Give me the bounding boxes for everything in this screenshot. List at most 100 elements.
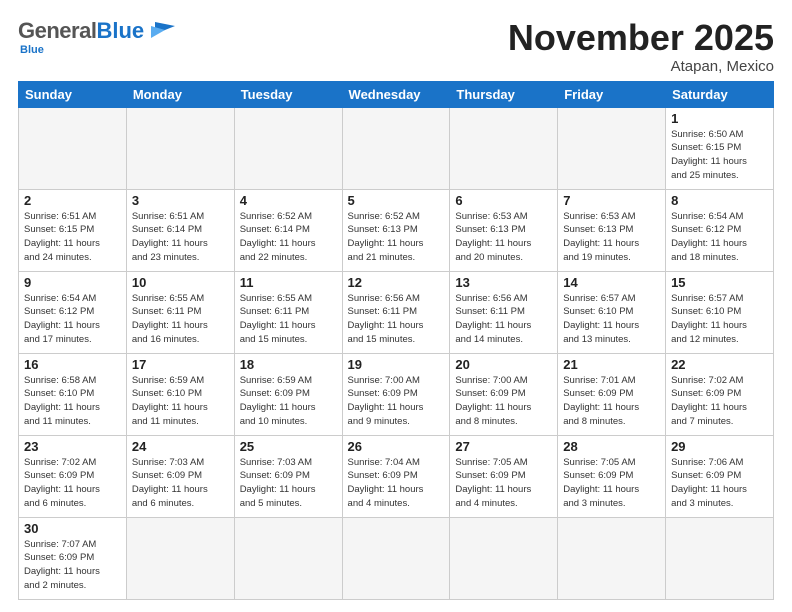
calendar-cell bbox=[450, 517, 558, 599]
location: Atapan, Mexico bbox=[508, 58, 774, 75]
logo: General Blue Blue bbox=[18, 18, 175, 56]
calendar-week-row: 1 Sunrise: 6:50 AM Sunset: 6:15 PM Daylig… bbox=[19, 107, 774, 189]
day-info: Sunrise: 7:00 AM Sunset: 6:09 PM Dayligh… bbox=[455, 374, 552, 429]
day-info: Sunrise: 7:03 AM Sunset: 6:09 PM Dayligh… bbox=[240, 456, 337, 511]
calendar-cell bbox=[19, 107, 127, 189]
calendar-cell: 10Sunrise: 6:55 AM Sunset: 6:11 PM Dayli… bbox=[126, 271, 234, 353]
calendar-cell: 22 Sunrise: 7:02 AM Sunset: 6:09 PM Dayli… bbox=[666, 353, 774, 435]
day-number: 18 bbox=[240, 357, 337, 372]
calendar-cell: 11Sunrise: 6:55 AM Sunset: 6:11 PM Dayli… bbox=[234, 271, 342, 353]
calendar-cell: 16 Sunrise: 6:58 AM Sunset: 6:10 PM Dayli… bbox=[19, 353, 127, 435]
calendar-cell: 7Sunrise: 6:53 AM Sunset: 6:13 PM Daylig… bbox=[558, 189, 666, 271]
day-number: 4 bbox=[240, 193, 337, 208]
day-number: 23 bbox=[24, 439, 121, 454]
calendar-cell: 26 Sunrise: 7:04 AM Sunset: 6:09 PM Dayli… bbox=[342, 435, 450, 517]
day-info: Sunrise: 7:02 AM Sunset: 6:09 PM Dayligh… bbox=[24, 456, 121, 511]
calendar-cell: 6 Sunrise: 6:53 AM Sunset: 6:13 PM Daylig… bbox=[450, 189, 558, 271]
calendar-cell: 25Sunrise: 7:03 AM Sunset: 6:09 PM Dayli… bbox=[234, 435, 342, 517]
calendar-cell: 8 Sunrise: 6:54 AM Sunset: 6:12 PM Daylig… bbox=[666, 189, 774, 271]
day-info: Sunrise: 7:05 AM Sunset: 6:09 PM Dayligh… bbox=[455, 456, 552, 511]
header-tuesday: Tuesday bbox=[234, 81, 342, 107]
day-number: 21 bbox=[563, 357, 660, 372]
day-number: 15 bbox=[671, 275, 768, 290]
calendar-cell bbox=[342, 517, 450, 599]
calendar-cell: 23 Sunrise: 7:02 AM Sunset: 6:09 PM Dayli… bbox=[19, 435, 127, 517]
day-info: Sunrise: 7:06 AM Sunset: 6:09 PM Dayligh… bbox=[671, 456, 768, 511]
day-number: 9 bbox=[24, 275, 121, 290]
calendar-week-row: 9 Sunrise: 6:54 AM Sunset: 6:12 PM Daylig… bbox=[19, 271, 774, 353]
calendar: Sunday Monday Tuesday Wednesday Thursday… bbox=[18, 81, 774, 600]
day-number: 8 bbox=[671, 193, 768, 208]
day-info: Sunrise: 7:05 AM Sunset: 6:09 PM Dayligh… bbox=[563, 456, 660, 511]
day-number: 17 bbox=[132, 357, 229, 372]
day-info: Sunrise: 7:04 AM Sunset: 6:09 PM Dayligh… bbox=[348, 456, 445, 511]
day-number: 2 bbox=[24, 193, 121, 208]
day-info: Sunrise: 6:57 AM Sunset: 6:10 PM Dayligh… bbox=[671, 292, 768, 347]
calendar-cell: 9 Sunrise: 6:54 AM Sunset: 6:12 PM Daylig… bbox=[19, 271, 127, 353]
day-info: Sunrise: 6:54 AM Sunset: 6:12 PM Dayligh… bbox=[24, 292, 121, 347]
calendar-cell: 4Sunrise: 6:52 AM Sunset: 6:14 PM Daylig… bbox=[234, 189, 342, 271]
logo-blue-text: Blue bbox=[96, 18, 144, 44]
calendar-cell: 12Sunrise: 6:56 AM Sunset: 6:11 PM Dayli… bbox=[342, 271, 450, 353]
calendar-cell: 29 Sunrise: 7:06 AM Sunset: 6:09 PM Dayli… bbox=[666, 435, 774, 517]
title-section: November 2025 Atapan, Mexico bbox=[508, 18, 774, 75]
day-info: Sunrise: 6:51 AM Sunset: 6:15 PM Dayligh… bbox=[24, 210, 121, 265]
day-info: Sunrise: 6:53 AM Sunset: 6:13 PM Dayligh… bbox=[455, 210, 552, 265]
day-number: 24 bbox=[132, 439, 229, 454]
calendar-cell: 1 Sunrise: 6:50 AM Sunset: 6:15 PM Daylig… bbox=[666, 107, 774, 189]
day-info: Sunrise: 6:55 AM Sunset: 6:11 PM Dayligh… bbox=[132, 292, 229, 347]
day-info: Sunrise: 6:52 AM Sunset: 6:13 PM Dayligh… bbox=[348, 210, 445, 265]
calendar-cell: 28 Sunrise: 7:05 AM Sunset: 6:09 PM Dayli… bbox=[558, 435, 666, 517]
day-info: Sunrise: 6:54 AM Sunset: 6:12 PM Dayligh… bbox=[671, 210, 768, 265]
calendar-cell: 17 Sunrise: 6:59 AM Sunset: 6:10 PM Dayli… bbox=[126, 353, 234, 435]
day-info: Sunrise: 7:03 AM Sunset: 6:09 PM Dayligh… bbox=[132, 456, 229, 511]
calendar-week-row: 30Sunrise: 7:07 AM Sunset: 6:09 PM Dayli… bbox=[19, 517, 774, 599]
logo-general-text: General bbox=[18, 18, 96, 44]
day-number: 6 bbox=[455, 193, 552, 208]
day-info: Sunrise: 7:00 AM Sunset: 6:09 PM Dayligh… bbox=[348, 374, 445, 429]
day-number: 19 bbox=[348, 357, 445, 372]
calendar-cell bbox=[666, 517, 774, 599]
day-number: 20 bbox=[455, 357, 552, 372]
day-number: 1 bbox=[671, 111, 768, 126]
day-number: 29 bbox=[671, 439, 768, 454]
calendar-cell: 18 Sunrise: 6:59 AM Sunset: 6:09 PM Dayli… bbox=[234, 353, 342, 435]
day-info: Sunrise: 6:59 AM Sunset: 6:10 PM Dayligh… bbox=[132, 374, 229, 429]
calendar-cell bbox=[342, 107, 450, 189]
header-sunday: Sunday bbox=[19, 81, 127, 107]
header-monday: Monday bbox=[126, 81, 234, 107]
day-info: Sunrise: 6:59 AM Sunset: 6:09 PM Dayligh… bbox=[240, 374, 337, 429]
logo-subtitle: Blue bbox=[20, 44, 44, 56]
day-number: 26 bbox=[348, 439, 445, 454]
day-info: Sunrise: 7:01 AM Sunset: 6:09 PM Dayligh… bbox=[563, 374, 660, 429]
day-number: 27 bbox=[455, 439, 552, 454]
day-info: Sunrise: 6:58 AM Sunset: 6:10 PM Dayligh… bbox=[24, 374, 121, 429]
day-number: 16 bbox=[24, 357, 121, 372]
calendar-week-row: 2 Sunrise: 6:51 AM Sunset: 6:15 PM Daylig… bbox=[19, 189, 774, 271]
calendar-cell: 14 Sunrise: 6:57 AM Sunset: 6:10 PM Dayli… bbox=[558, 271, 666, 353]
day-info: Sunrise: 6:56 AM Sunset: 6:11 PM Dayligh… bbox=[348, 292, 445, 347]
day-info: Sunrise: 7:02 AM Sunset: 6:09 PM Dayligh… bbox=[671, 374, 768, 429]
header-thursday: Thursday bbox=[450, 81, 558, 107]
calendar-cell: 20 Sunrise: 7:00 AM Sunset: 6:09 PM Dayli… bbox=[450, 353, 558, 435]
calendar-cell: 19 Sunrise: 7:00 AM Sunset: 6:09 PM Dayli… bbox=[342, 353, 450, 435]
day-info: Sunrise: 7:07 AM Sunset: 6:09 PM Dayligh… bbox=[24, 538, 121, 593]
calendar-cell: 3Sunrise: 6:51 AM Sunset: 6:14 PM Daylig… bbox=[126, 189, 234, 271]
day-number: 22 bbox=[671, 357, 768, 372]
header-friday: Friday bbox=[558, 81, 666, 107]
calendar-week-row: 23 Sunrise: 7:02 AM Sunset: 6:09 PM Dayli… bbox=[19, 435, 774, 517]
day-number: 13 bbox=[455, 275, 552, 290]
weekday-header-row: Sunday Monday Tuesday Wednesday Thursday… bbox=[19, 81, 774, 107]
day-info: Sunrise: 6:57 AM Sunset: 6:10 PM Dayligh… bbox=[563, 292, 660, 347]
calendar-cell bbox=[126, 107, 234, 189]
calendar-cell bbox=[450, 107, 558, 189]
day-info: Sunrise: 6:50 AM Sunset: 6:15 PM Dayligh… bbox=[671, 128, 768, 183]
calendar-cell: 5Sunrise: 6:52 AM Sunset: 6:13 PM Daylig… bbox=[342, 189, 450, 271]
calendar-cell bbox=[558, 107, 666, 189]
day-number: 14 bbox=[563, 275, 660, 290]
calendar-cell bbox=[234, 107, 342, 189]
calendar-cell: 15 Sunrise: 6:57 AM Sunset: 6:10 PM Dayli… bbox=[666, 271, 774, 353]
calendar-cell: 27 Sunrise: 7:05 AM Sunset: 6:09 PM Dayli… bbox=[450, 435, 558, 517]
day-number: 28 bbox=[563, 439, 660, 454]
day-info: Sunrise: 6:55 AM Sunset: 6:11 PM Dayligh… bbox=[240, 292, 337, 347]
